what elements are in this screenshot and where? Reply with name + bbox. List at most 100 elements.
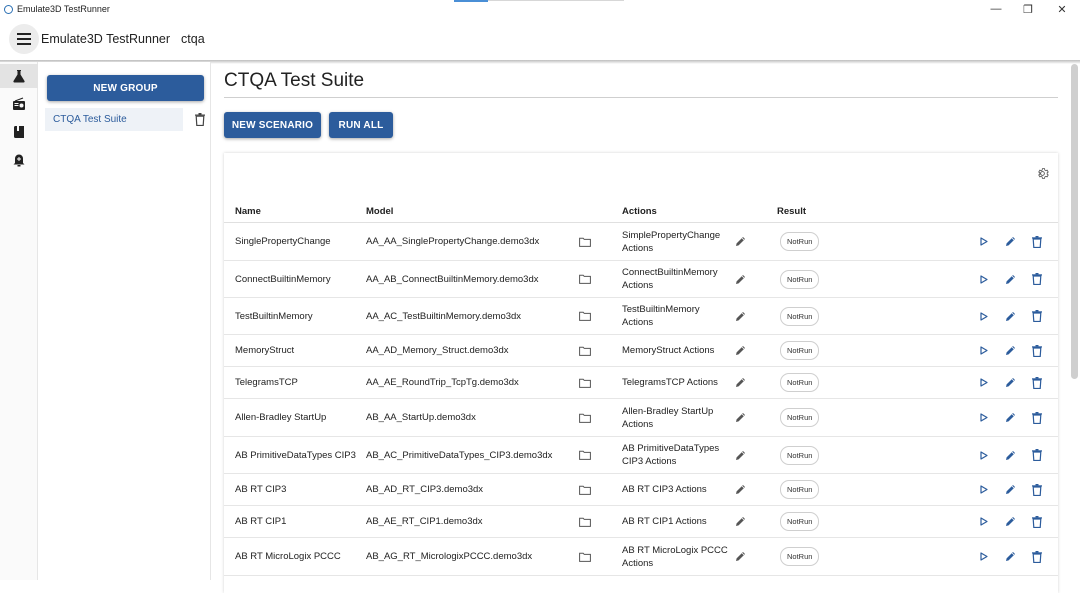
header-actions[interactable]: Actions [622, 206, 657, 217]
browse-model-button[interactable] [578, 223, 592, 260]
browse-model-button[interactable] [578, 298, 592, 334]
close-button[interactable]: ✕ [1044, 0, 1080, 18]
edit-icon [1005, 311, 1015, 321]
edit-actions-button[interactable] [732, 474, 748, 505]
delete-scenario-button[interactable] [1030, 506, 1044, 537]
browse-model-button[interactable] [578, 367, 592, 398]
scenario-model: AB_AE_RT_CIP1.demo3dx [366, 516, 483, 527]
delete-scenario-button[interactable] [1030, 474, 1044, 505]
run-scenario-button[interactable] [978, 223, 990, 260]
rail-item-devices[interactable] [0, 92, 38, 116]
edit-actions-button[interactable] [732, 538, 748, 575]
browse-model-button[interactable] [578, 506, 592, 537]
edit-scenario-button[interactable] [1003, 437, 1017, 473]
status-badge: NotRun [780, 232, 820, 251]
edit-icon [1005, 485, 1015, 494]
scenario-actions: AB RT CIP3 Actions [622, 484, 707, 495]
status-badge: NotRun [780, 306, 820, 326]
rail-item-tests[interactable] [0, 64, 38, 88]
app-title: Emulate3D TestRunner [41, 32, 171, 46]
edit-scenario-button[interactable] [1003, 538, 1017, 575]
browse-model-button[interactable] [578, 474, 592, 505]
delete-scenario-button[interactable] [1030, 298, 1044, 334]
table-row: MemoryStruct AA_AD_Memory_Struct.demo3dx M… [224, 335, 1058, 367]
edit-scenario-button[interactable] [1003, 367, 1017, 398]
run-scenario-button[interactable] [978, 506, 990, 537]
edit-actions-button[interactable] [732, 335, 748, 366]
edit-scenario-button[interactable] [1003, 298, 1017, 334]
edit-scenario-button[interactable] [1003, 474, 1017, 505]
scrollbar-thumb[interactable] [1071, 64, 1078, 379]
edit-icon [1005, 517, 1015, 526]
edit-actions-button[interactable] [732, 367, 748, 398]
delete-scenario-button[interactable] [1030, 223, 1044, 260]
edit-scenario-button[interactable] [1003, 335, 1017, 366]
loading-track [488, 0, 624, 1]
run-scenario-button[interactable] [978, 335, 990, 366]
scenario-model: AB_AD_RT_CIP3.demo3dx [366, 484, 484, 495]
loading-indicator [454, 0, 488, 2]
browse-model-button[interactable] [578, 261, 592, 297]
table-row: AB RT CIP3 AB_AD_RT_CIP3.demo3dx AB RT CIP… [224, 474, 1058, 506]
run-scenario-button[interactable] [978, 399, 990, 436]
edit-actions-button[interactable] [732, 298, 748, 334]
scenario-actions: MemoryStruct Actions [622, 345, 715, 356]
project-name: ctqa [181, 32, 205, 46]
browse-model-button[interactable] [578, 437, 592, 473]
run-scenario-button[interactable] [978, 474, 990, 505]
rail-item-docs[interactable] [0, 120, 38, 144]
trash-icon [1032, 483, 1042, 496]
scenario-name: ConnectBuiltinMemory [235, 273, 331, 285]
scenario-actions: AB RT MicroLogix PCCC Actions [622, 544, 728, 569]
edit-actions-button[interactable] [732, 437, 748, 473]
edit-actions-button[interactable] [732, 223, 748, 260]
folder-icon [579, 517, 591, 527]
edit-actions-button[interactable] [732, 261, 748, 297]
rail-item-alarms[interactable] [0, 148, 38, 172]
edit-actions-button[interactable] [732, 506, 748, 537]
folder-icon [579, 413, 591, 423]
delete-scenario-button[interactable] [1030, 335, 1044, 366]
edit-scenario-button[interactable] [1003, 399, 1017, 436]
header-model[interactable]: Model [366, 206, 393, 217]
run-scenario-button[interactable] [978, 261, 990, 297]
trash-icon [1032, 550, 1042, 563]
delete-scenario-button[interactable] [1030, 367, 1044, 398]
delete-scenario-button[interactable] [1030, 538, 1044, 575]
result-cell: NotRun [780, 367, 822, 398]
minimize-button[interactable]: — [978, 0, 1014, 18]
pencil-icon [735, 450, 745, 460]
edit-scenario-button[interactable] [1003, 506, 1017, 537]
trash-icon[interactable] [195, 113, 205, 126]
delete-scenario-button[interactable] [1030, 399, 1044, 436]
group-item[interactable]: CTQA Test Suite [45, 108, 183, 131]
run-all-button[interactable]: RUN ALL [329, 112, 393, 138]
new-scenario-button[interactable]: NEW SCENARIO [224, 112, 321, 138]
run-scenario-button[interactable] [978, 437, 990, 473]
new-group-button[interactable]: NEW GROUP [47, 75, 204, 101]
browse-model-button[interactable] [578, 399, 592, 436]
pencil-icon [735, 552, 745, 561]
run-scenario-button[interactable] [978, 538, 990, 575]
header-name[interactable]: Name [235, 206, 261, 217]
scenario-name: TelegramsTCP [235, 377, 298, 388]
folder-icon [579, 311, 591, 321]
browse-model-button[interactable] [578, 538, 592, 575]
header-result[interactable]: Result [777, 206, 806, 217]
edit-scenario-button[interactable] [1003, 261, 1017, 297]
maximize-button[interactable]: ❐ [1010, 0, 1046, 18]
delete-scenario-button[interactable] [1030, 437, 1044, 473]
run-scenario-button[interactable] [978, 367, 990, 398]
scenario-name: TestBuiltinMemory [235, 310, 313, 322]
edit-scenario-button[interactable] [1003, 223, 1017, 260]
menu-button[interactable] [9, 24, 39, 54]
scenario-model: AA_AA_SinglePropertyChange.demo3dx [366, 236, 540, 247]
edit-icon [1005, 346, 1015, 355]
browse-model-button[interactable] [578, 335, 592, 366]
play-icon [980, 413, 988, 422]
edit-actions-button[interactable] [732, 399, 748, 436]
run-scenario-button[interactable] [978, 298, 990, 334]
gear-icon[interactable] [1036, 167, 1049, 180]
delete-scenario-button[interactable] [1030, 261, 1044, 297]
trash-icon [1032, 449, 1042, 461]
